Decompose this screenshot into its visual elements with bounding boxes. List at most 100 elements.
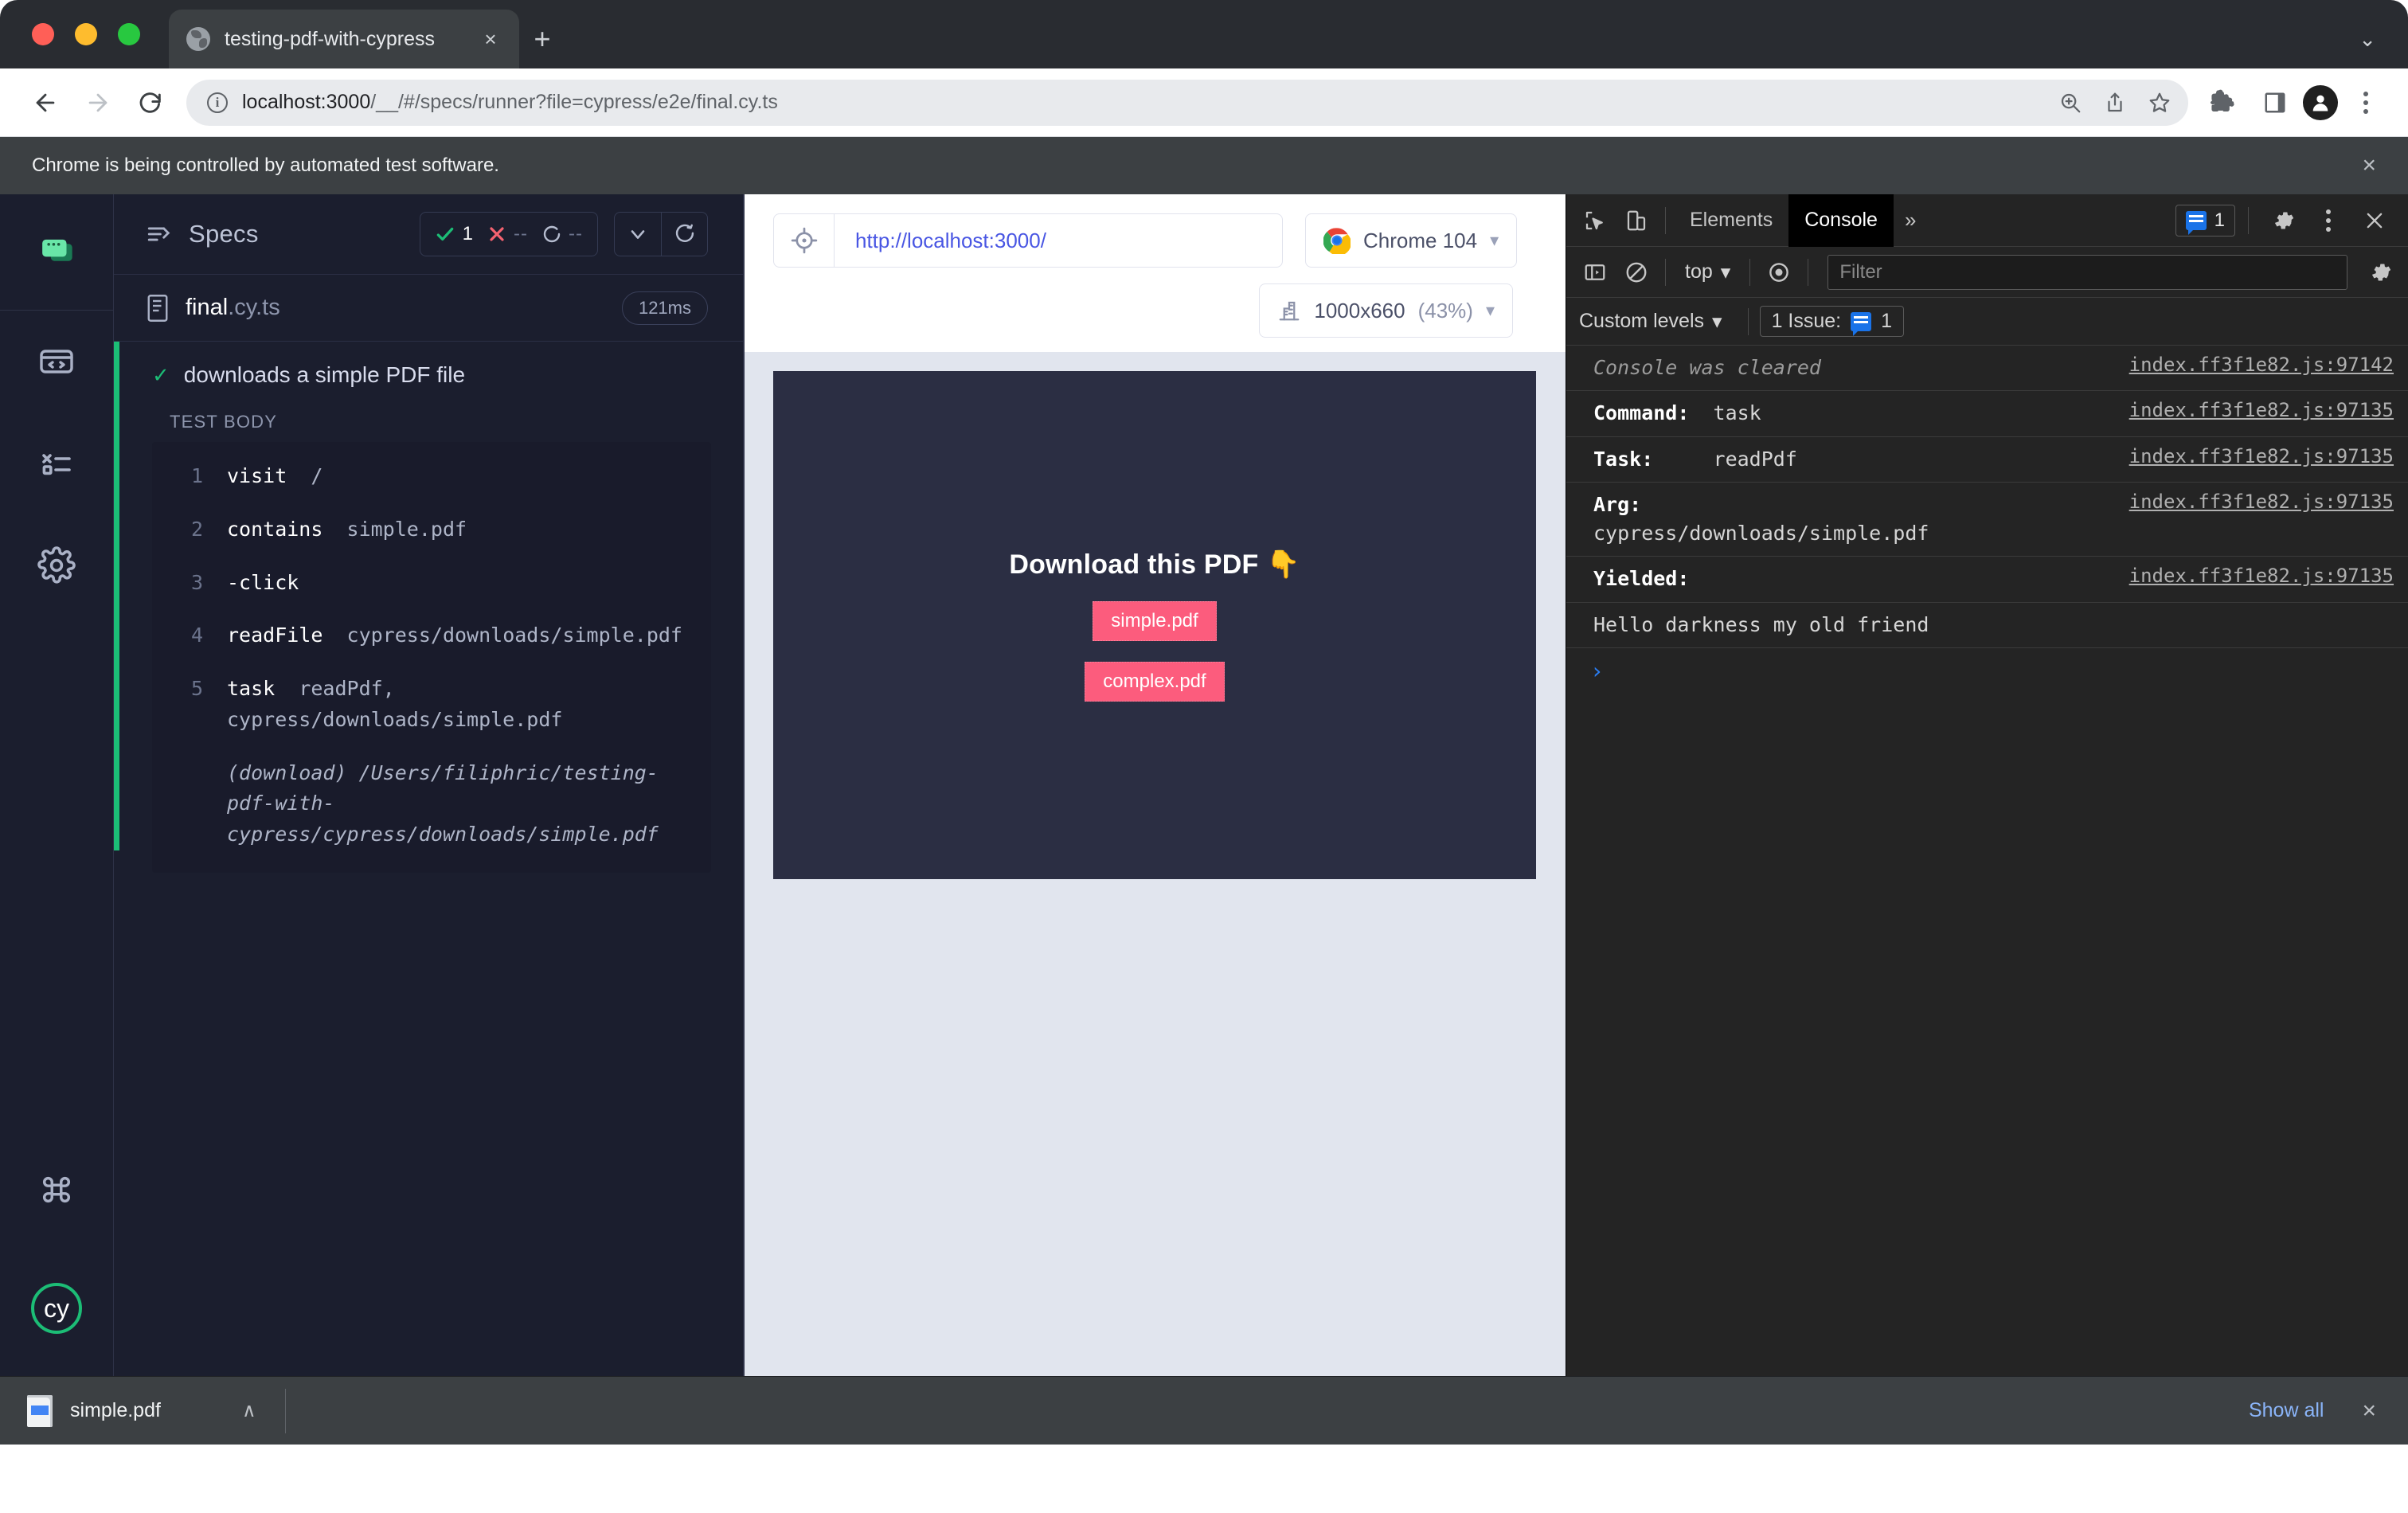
issues-counter[interactable]: 1 [2175,204,2235,237]
back-button[interactable] [19,76,72,129]
close-icon[interactable]: × [479,29,502,49]
device-toolbar-icon[interactable] [1616,200,1657,241]
forward-button[interactable] [72,76,124,129]
cypress-logo: cy [31,1283,82,1334]
new-tab-button[interactable]: + [519,10,565,68]
restart-icon[interactable] [661,213,707,256]
console-sidebar-icon[interactable] [1574,252,1616,293]
reporter-header: Specs 1 -- -- [114,194,743,274]
console-prompt[interactable]: › [1566,648,2408,694]
console-log-row[interactable]: Arg: cypress/downloads/simple.pdf index.f… [1566,483,2408,557]
zoom-icon[interactable] [2050,82,2091,123]
bookmark-star-icon[interactable] [2139,82,2180,123]
command-number: 3 [190,570,203,594]
sidebar-item-keyboard-shortcuts[interactable] [0,1139,113,1241]
extensions-puzzle-icon[interactable] [2201,80,2247,126]
minimize-window-button[interactable] [75,23,97,45]
close-icon[interactable] [2354,200,2395,241]
execution-context-label: top [1685,260,1713,283]
more-tabs-icon[interactable]: » [1894,208,1927,233]
command-text: task readPdf, cypress/downloads/simple.p… [227,674,690,736]
sidebar-item-debug[interactable] [0,412,113,514]
show-all-downloads-button[interactable]: Show all [2231,1391,2342,1430]
live-expression-icon[interactable] [1758,252,1800,293]
browser-selector[interactable]: Chrome 104 ▾ [1305,213,1518,268]
custom-levels-selector[interactable]: Custom levels ▾ [1579,310,1737,334]
download-simple-pdf-button[interactable]: simple.pdf [1093,601,1217,641]
maximize-window-button[interactable] [118,23,140,45]
reload-button[interactable] [124,76,177,129]
more-options-icon[interactable] [2343,80,2389,126]
tab-console[interactable]: Console [1788,194,1894,247]
test-status-accent-bar [114,342,119,850]
avatar[interactable] [2303,84,2338,120]
log-source-link[interactable]: index.ff3f1e82.js:97135 [2129,445,2394,467]
close-icon[interactable]: × [2362,152,2376,179]
chrome-icon [1323,227,1351,254]
share-icon[interactable] [2094,82,2136,123]
stat-failed-value: -- [514,223,529,244]
selector-playground-icon[interactable] [774,214,835,267]
filter-input[interactable]: Filter [1828,254,2347,290]
close-icon[interactable]: × [2362,1398,2381,1425]
sidebar-item-specs[interactable] [0,194,113,311]
tab-elements[interactable]: Elements [1674,194,1788,247]
log-source-link[interactable]: index.ff3f1e82.js:97142 [2129,354,2394,376]
issue-label: 1 Issue: [1771,310,1842,332]
ruler-icon [1277,299,1301,323]
more-options-icon[interactable] [2308,200,2349,241]
log-key: Command: [1593,401,1690,425]
divider [1665,206,1666,234]
sidebar-item-settings[interactable] [0,514,113,616]
browser-tab[interactable]: testing-pdf-with-cypress × [169,10,519,68]
sidebar-item-runs[interactable] [0,311,113,412]
gear-icon[interactable] [2261,200,2303,241]
specs-list-icon[interactable] [146,221,173,248]
console-log-row[interactable]: Command: task index.ff3f1e82.js:97135 [1566,391,2408,437]
command-item[interactable]: 4 readFile cypress/downloads/simple.pdf [152,609,711,663]
command-item[interactable]: 3 -click [152,557,711,610]
download-item[interactable]: simple.pdf ∧ [27,1394,256,1427]
console-log-row[interactable]: Yielded: index.ff3f1e82.js:97135 [1566,557,2408,603]
command-item[interactable]: 2 contains simple.pdf [152,503,711,557]
command-item[interactable]: 5 task readPdf, cypress/downloads/simple… [152,663,711,747]
address-bar[interactable]: i localhost:3000/__/#/specs/runner?file=… [186,79,2188,126]
test-title-row[interactable]: ✓ downloads a simple PDF file [114,342,743,388]
side-panel-icon[interactable] [2252,80,2298,126]
chevron-down-icon[interactable] [615,213,661,256]
console-log-row[interactable]: Hello darkness my old friend [1566,603,2408,648]
issues-bar-chip[interactable]: 1 Issue: 1 [1759,306,1905,337]
inspect-element-icon[interactable] [1574,200,1616,241]
console-log-row[interactable]: Task: readPdf index.ff3f1e82.js:97135 [1566,437,2408,483]
globe-icon [186,27,210,51]
log-key: Arg: [1593,492,1642,516]
console-settings-icon[interactable] [2359,252,2400,293]
execution-context-selector[interactable]: top ▾ [1674,260,1742,284]
pending-circle-icon [543,225,561,243]
page-title: Specs [189,220,259,248]
clear-console-icon[interactable] [1616,252,1657,293]
spec-file-row[interactable]: final.cy.ts 121ms [114,274,743,341]
console-toolbar: top ▾ Filter [1566,247,2408,298]
close-window-button[interactable] [32,23,54,45]
download-complex-pdf-button[interactable]: complex.pdf [1085,662,1225,702]
log-source-link[interactable]: index.ff3f1e82.js:97135 [2129,399,2394,421]
stat-pending: -- [542,223,583,245]
divider [284,1388,286,1433]
spec-file-name: final.cy.ts [186,295,280,321]
command-key-icon [38,1171,75,1208]
log-source-link[interactable]: index.ff3f1e82.js:97135 [2129,491,2394,513]
viewport-size: 1000x660 [1314,298,1405,323]
site-info-icon[interactable]: i [207,92,228,113]
chevron-up-icon[interactable]: ∧ [242,1399,256,1422]
command-arg: simple.pdf [346,517,467,541]
command-item[interactable]: 1 visit / [152,450,711,503]
command-name: visit [227,464,287,487]
tabstrip-empty-area [565,10,2327,68]
sidebar-item-cypress-logo[interactable]: cy [0,1241,113,1376]
console-log-row[interactable]: Console was cleared index.ff3f1e82.js:97… [1566,346,2408,392]
aut-url-bar[interactable]: http://localhost:3000/ [773,213,1283,268]
viewport-selector[interactable]: 1000x660 (43%) ▾ [1259,283,1513,338]
chevron-down-icon[interactable]: ⌄ [2327,10,2408,68]
log-source-link[interactable]: index.ff3f1e82.js:97135 [2129,565,2394,587]
